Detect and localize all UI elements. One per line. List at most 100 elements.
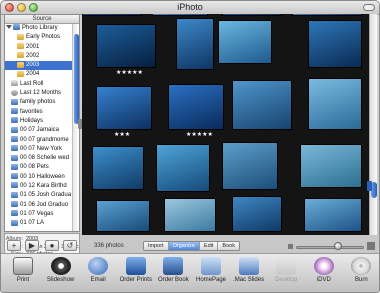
toolbar-mac-slides-button[interactable]: .Mac Slides	[229, 255, 269, 292]
toolbar-label: iDVD	[316, 277, 331, 283]
action-toolbar: Print Slideshow Email Order Prints Order Boo…	[1, 253, 379, 292]
source-item-label: 2001	[26, 43, 40, 50]
viewer-scrollbar[interactable]	[369, 14, 377, 235]
photo-thumbnail[interactable]	[222, 14, 282, 16]
source-item-label: Early Photos	[26, 34, 61, 41]
source-item[interactable]: Last 12 Months	[5, 89, 73, 98]
toolbar-order-prints-button[interactable]: Order Prints	[116, 255, 156, 292]
toolbar-label: Order Prints	[119, 277, 152, 283]
source-item[interactable]: 00 07 grandmome	[5, 135, 73, 145]
window-title: iPhoto	[177, 2, 203, 12]
photo-viewer[interactable]: ★★★★★ ★★★ ★★★★★	[82, 14, 369, 235]
source-item[interactable]: favorites	[5, 108, 73, 117]
photo-thumbnail[interactable]	[304, 198, 362, 232]
photo-thumbnail[interactable]	[222, 142, 278, 190]
folder-icon	[17, 33, 24, 40]
library-icon	[13, 24, 20, 31]
toolbar-print-button[interactable]: Print	[3, 255, 43, 292]
source-item[interactable]: 2002	[5, 52, 73, 61]
album-icon	[11, 98, 18, 105]
order-prints-icon	[125, 257, 146, 275]
info-button[interactable]: ●	[45, 240, 59, 251]
photo-thumbnail[interactable]	[164, 198, 216, 232]
toolbar-order-book-button[interactable]: Order Book	[153, 255, 193, 292]
photo-thumbnail[interactable]	[82, 14, 142, 16]
album-icon	[11, 163, 18, 170]
mode-tab[interactable]: Book	[218, 242, 239, 250]
photo-thumbnail[interactable]	[232, 80, 292, 130]
disclosure-triangle-icon[interactable]	[6, 25, 12, 30]
toolbar-homepage-button[interactable]: HomePage	[191, 255, 231, 292]
source-item[interactable]: 01 05 Josh Gradua	[5, 191, 73, 200]
add-album-button[interactable]: +	[7, 240, 21, 251]
source-item-label: 00 08 Pets	[20, 164, 49, 171]
burn-icon	[351, 257, 372, 275]
source-item[interactable]: 00 12 Kara Birthd	[5, 182, 73, 191]
album-icon	[11, 219, 18, 226]
photo-count: 336 photos	[94, 243, 124, 249]
source-item[interactable]: Photo Library	[5, 24, 73, 33]
roll-icon	[11, 80, 18, 87]
photo-thumbnail[interactable]	[152, 14, 208, 16]
zoom-slider[interactable]	[296, 246, 364, 249]
rotate-button[interactable]: ↺	[63, 240, 77, 251]
calendar-icon	[11, 89, 18, 96]
toolbar-label: Email	[90, 277, 106, 283]
toolbar-label: Print	[16, 277, 30, 283]
source-item[interactable]: Last Roll	[5, 80, 73, 89]
mode-tab[interactable]: Organize	[168, 242, 200, 250]
source-item-label: 00 12 Kara Birthd	[20, 183, 67, 190]
photo-thumbnail[interactable]	[96, 24, 156, 68]
album-icon	[11, 182, 18, 189]
source-item[interactable]: 01 07 Vegas	[5, 210, 73, 219]
source-item[interactable]: 00 07 New York	[5, 145, 73, 154]
source-item[interactable]: 2003	[5, 61, 73, 71]
photo-thumbnail[interactable]	[96, 200, 150, 232]
iphoto-window: iPhoto Source Photo Library Early Photos 2…	[0, 0, 380, 293]
source-item[interactable]: 00 08 Schelle wed	[5, 154, 73, 163]
photo-thumbnail[interactable]	[156, 144, 210, 192]
photo-thumbnail[interactable]	[308, 78, 362, 130]
source-item[interactable]: 01 07 LA	[5, 219, 73, 228]
source-item[interactable]: 01 06 Jod Graduo	[5, 201, 73, 210]
album-icon	[11, 117, 18, 124]
control-bar: + ▶ ● ↺ 336 photos Import Organize Edit Boo…	[1, 235, 379, 253]
source-item[interactable]: 2004	[5, 70, 73, 79]
photo-thumbnail[interactable]	[176, 18, 214, 70]
viewer-edge-handle[interactable]	[367, 181, 372, 191]
source-item-label: 01 06 Jod Graduo	[20, 201, 69, 208]
toolbar-slideshow-button[interactable]: Slideshow	[41, 255, 81, 292]
source-item-label: Last Roll	[20, 80, 44, 87]
source-item[interactable]: 2001	[5, 43, 73, 52]
photo-thumbnail[interactable]	[96, 86, 152, 130]
large-photo-icon	[367, 242, 375, 250]
source-item[interactable]: 00 10 Halloween	[5, 173, 73, 182]
toolbar-email-button[interactable]: Email	[78, 255, 118, 292]
source-item[interactable]: Holidays	[5, 117, 73, 126]
photo-thumbnail[interactable]	[300, 144, 362, 188]
source-item-label: Holidays	[20, 117, 44, 124]
source-item[interactable]: Early Photos	[5, 33, 73, 42]
photo-thumbnail[interactable]	[232, 196, 282, 232]
mode-tab[interactable]: Import	[144, 242, 169, 250]
source-item-label: 01 07 LA	[20, 220, 45, 227]
source-item-label: Photo Library	[22, 25, 58, 31]
toolbar-toggle-button[interactable]	[363, 4, 375, 11]
toolbar-label: Order Book	[158, 277, 189, 283]
source-item[interactable]: 00 08 Pets	[5, 163, 73, 172]
photo-thumbnail[interactable]	[292, 14, 362, 16]
photo-thumbnail[interactable]	[92, 146, 144, 190]
folder-icon	[17, 70, 24, 77]
photo-thumbnail[interactable]	[218, 20, 272, 64]
mode-tab[interactable]: Edit	[199, 242, 219, 250]
photo-thumbnail[interactable]	[308, 20, 362, 68]
photo-thumbnail[interactable]	[168, 84, 224, 130]
toolbar-idvd-button[interactable]: iDVD	[304, 255, 344, 292]
source-item[interactable]: family photos	[5, 98, 73, 107]
play-slideshow-button[interactable]: ▶	[25, 240, 39, 251]
toolbar-burn-button[interactable]: Burn	[341, 255, 379, 292]
source-scroll-thumb[interactable]	[74, 34, 79, 124]
album-icon	[11, 201, 18, 208]
print-icon	[13, 257, 33, 275]
source-item[interactable]: 00 07 Jamaica	[5, 126, 73, 135]
